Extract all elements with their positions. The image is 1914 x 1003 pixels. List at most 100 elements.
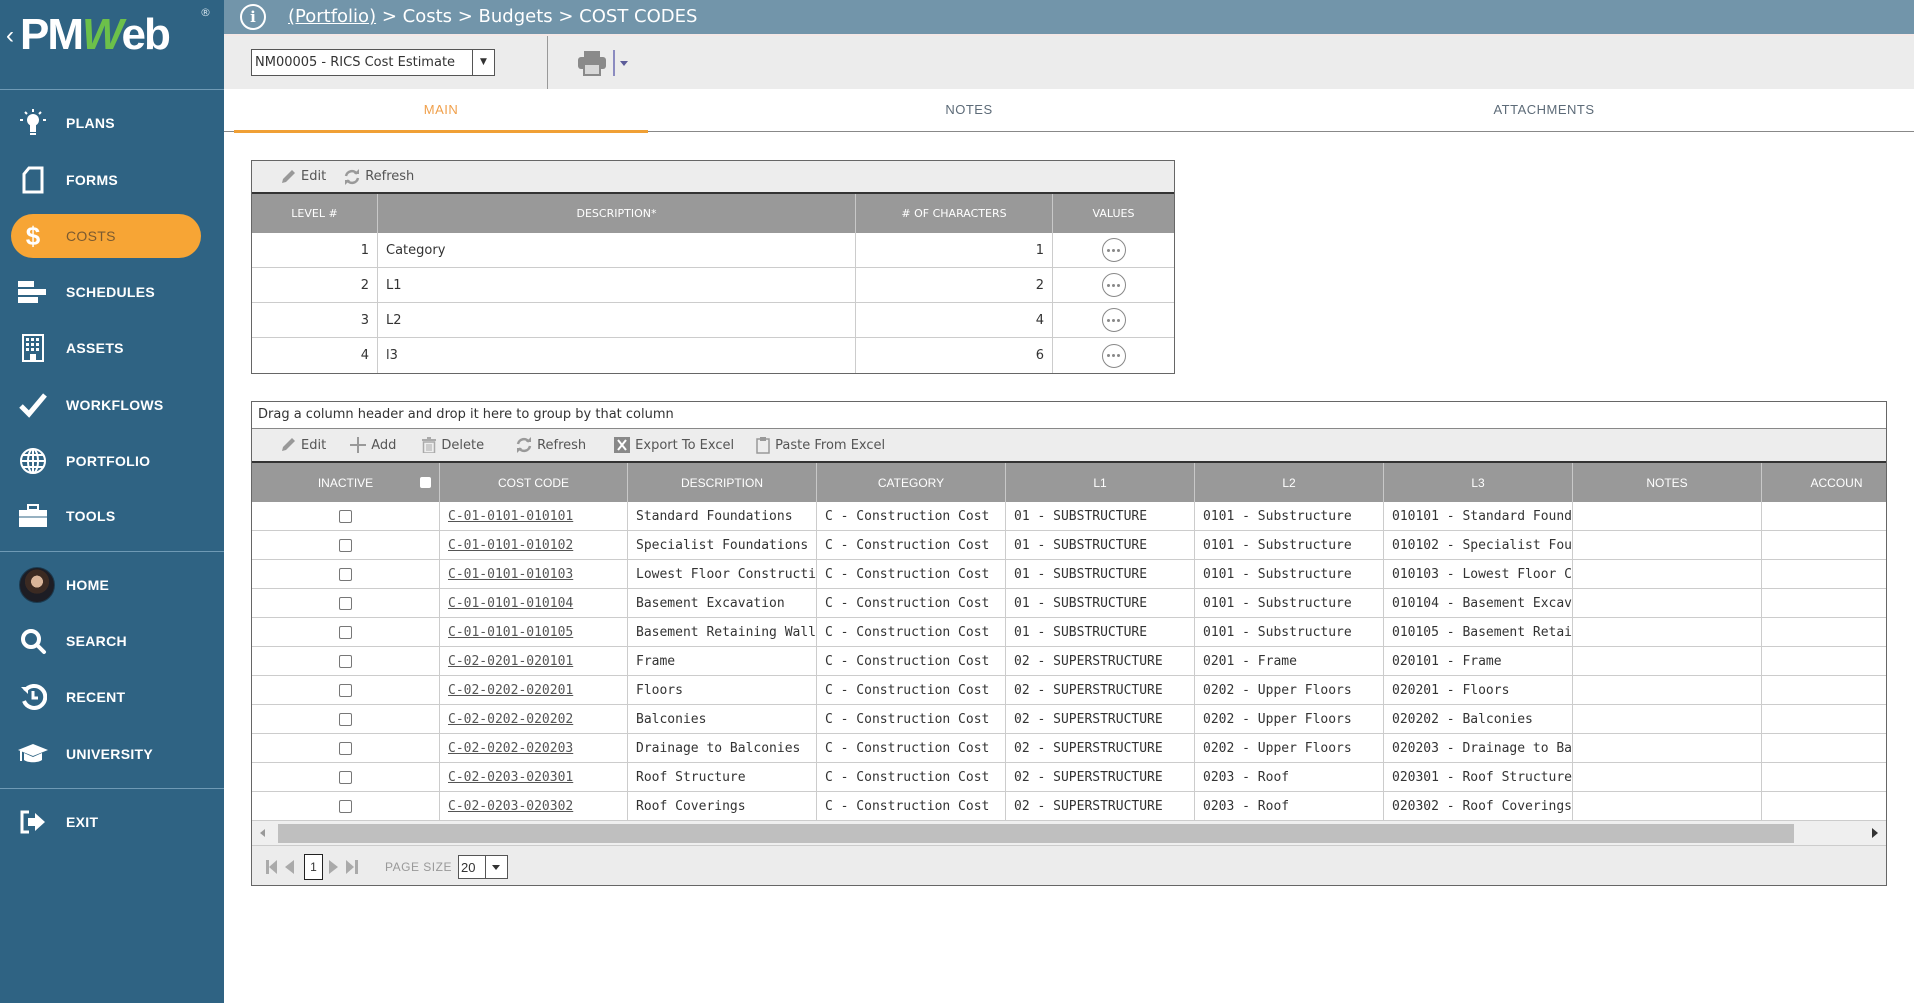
page-size-select[interactable]: 20: [458, 855, 508, 879]
column-header-category[interactable]: CATEGORY: [817, 463, 1006, 502]
cost-code-link[interactable]: C-02-0202-020202: [448, 712, 573, 727]
collapse-sidebar-icon[interactable]: ‹: [6, 22, 14, 50]
sidebar-item-schedules[interactable]: SCHEDULES: [0, 268, 224, 316]
table-row[interactable]: C-01-0101-010101 Standard Foundations C - …: [252, 502, 1886, 531]
chevron-down-icon[interactable]: [485, 856, 507, 878]
level-description[interactable]: l3: [378, 338, 856, 373]
table-row[interactable]: C-02-0203-020302 Roof Coverings C - Constr…: [252, 792, 1886, 821]
cost-code-link[interactable]: C-01-0101-010105: [448, 625, 573, 640]
level-description[interactable]: L1: [378, 268, 856, 302]
refresh-button[interactable]: Refresh: [344, 168, 414, 185]
cost-code-link[interactable]: C-02-0202-020203: [448, 741, 573, 756]
scrollbar-thumb[interactable]: [278, 824, 1794, 843]
scroll-right-icon[interactable]: [1872, 828, 1878, 838]
cost-code-link[interactable]: C-01-0101-010104: [448, 596, 573, 611]
cost-code-link[interactable]: C-02-0203-020301: [448, 770, 573, 785]
more-options-icon[interactable]: [1101, 238, 1126, 262]
print-icon[interactable]: [577, 50, 607, 76]
select-all-checkbox[interactable]: [420, 477, 431, 488]
cost-code-link[interactable]: C-02-0201-020101: [448, 654, 573, 669]
cost-code-link[interactable]: C-01-0101-010102: [448, 538, 573, 553]
next-page-icon[interactable]: [329, 860, 338, 874]
group-by-panel[interactable]: Drag a column header and drop it here to…: [252, 402, 1886, 429]
inactive-checkbox[interactable]: [339, 625, 352, 639]
column-header-account[interactable]: ACCOUN: [1762, 463, 1886, 502]
table-row[interactable]: C-01-0101-010103 Lowest Floor Constructio…: [252, 560, 1886, 589]
cost-code-link[interactable]: C-02-0203-020302: [448, 799, 573, 814]
column-header-l3[interactable]: L3: [1384, 463, 1573, 502]
export-to-excel-button[interactable]: Export To Excel: [614, 437, 734, 453]
delete-button[interactable]: Delete: [422, 437, 484, 453]
level-description[interactable]: L2: [378, 303, 856, 337]
tab-notes[interactable]: NOTES: [904, 89, 1034, 131]
chevron-down-icon[interactable]: ▼: [472, 50, 494, 75]
edit-button[interactable]: Edit: [280, 169, 326, 185]
more-options-icon[interactable]: [1101, 308, 1126, 332]
level-characters[interactable]: 6: [856, 338, 1053, 373]
last-page-icon[interactable]: [346, 860, 358, 874]
inactive-checkbox[interactable]: [339, 770, 352, 784]
horizontal-scrollbar[interactable]: [252, 821, 1886, 846]
current-page-input[interactable]: 1: [304, 854, 323, 880]
pmweb-logo[interactable]: ‹ PMWeb ®: [0, 0, 224, 90]
tab-main[interactable]: MAIN: [234, 89, 648, 133]
scroll-left-icon[interactable]: [260, 829, 265, 837]
table-row[interactable]: C-02-0203-020301 Roof Structure C - Constr…: [252, 763, 1886, 792]
sidebar-item-plans[interactable]: PLANS: [0, 99, 224, 147]
sidebar-item-portfolio[interactable]: PORTFOLIO: [0, 437, 224, 485]
sidebar-item-assets[interactable]: ASSETS: [0, 324, 224, 372]
level-characters[interactable]: 1: [856, 233, 1053, 267]
more-options-icon[interactable]: [1101, 343, 1126, 368]
table-row[interactable]: C-02-0202-020201 Floors C - Construction C…: [252, 676, 1886, 705]
column-header-description[interactable]: DESCRIPTION*: [378, 194, 856, 233]
edit-button[interactable]: Edit: [280, 437, 326, 453]
inactive-checkbox[interactable]: [339, 683, 352, 697]
level-row[interactable]: 2 L1 2: [252, 268, 1174, 303]
add-button[interactable]: Add: [350, 437, 396, 453]
tab-attachments[interactable]: ATTACHMENTS: [1464, 89, 1624, 131]
table-row[interactable]: C-01-0101-010102 Specialist Foundations C …: [252, 531, 1886, 560]
info-icon[interactable]: i: [240, 4, 266, 30]
inactive-checkbox[interactable]: [339, 567, 352, 581]
level-characters[interactable]: 2: [856, 268, 1053, 302]
inactive-checkbox[interactable]: [339, 741, 352, 755]
column-header-level[interactable]: LEVEL #: [252, 194, 378, 233]
inactive-checkbox[interactable]: [339, 654, 352, 668]
column-header-l2[interactable]: L2: [1195, 463, 1384, 502]
inactive-checkbox[interactable]: [339, 509, 352, 523]
level-description[interactable]: Category: [378, 233, 856, 267]
inactive-checkbox[interactable]: [339, 596, 352, 610]
sidebar-item-workflows[interactable]: WORKFLOWS: [0, 381, 224, 429]
table-row[interactable]: C-02-0202-020203 Drainage to Balconies C -…: [252, 734, 1886, 763]
column-header-notes[interactable]: NOTES: [1573, 463, 1762, 502]
inactive-checkbox[interactable]: [339, 799, 352, 813]
sidebar-item-costs[interactable]: $ COSTS: [0, 212, 224, 260]
column-header-characters[interactable]: # OF CHARACTERS: [856, 194, 1053, 233]
first-page-icon[interactable]: [266, 860, 278, 874]
more-options-icon[interactable]: [1101, 273, 1126, 297]
previous-page-icon[interactable]: [285, 860, 294, 874]
sidebar-item-forms[interactable]: FORMS: [0, 156, 224, 204]
cost-code-link[interactable]: C-01-0101-010103: [448, 567, 573, 582]
cost-code-link[interactable]: C-01-0101-010101: [448, 509, 573, 524]
inactive-checkbox[interactable]: [339, 712, 352, 726]
level-characters[interactable]: 4: [856, 303, 1053, 337]
column-header-cost-code[interactable]: COST CODE: [440, 463, 628, 502]
level-row[interactable]: 1 Category 1: [252, 233, 1174, 268]
table-row[interactable]: C-01-0101-010104 Basement Excavation C - C…: [252, 589, 1886, 618]
sidebar-item-exit[interactable]: EXIT: [0, 798, 224, 846]
sidebar-item-search[interactable]: SEARCH: [0, 617, 224, 665]
breadcrumb-portfolio-link[interactable]: (Portfolio): [288, 6, 376, 27]
level-row[interactable]: 3 L2 4: [252, 303, 1174, 338]
sidebar-item-university[interactable]: UNIVERSITY: [0, 730, 224, 778]
column-header-inactive[interactable]: INACTIVE: [252, 463, 440, 502]
column-header-values[interactable]: VALUES: [1053, 194, 1174, 233]
table-row[interactable]: C-02-0202-020202 Balconies C - Constructio…: [252, 705, 1886, 734]
cost-code-link[interactable]: C-02-0202-020201: [448, 683, 573, 698]
sidebar-item-tools[interactable]: TOOLS: [0, 492, 224, 540]
table-row[interactable]: C-01-0101-010105 Basement Retaining Walls…: [252, 618, 1886, 647]
column-header-l1[interactable]: L1: [1006, 463, 1195, 502]
level-row[interactable]: 4 l3 6: [252, 338, 1174, 373]
refresh-button[interactable]: Refresh: [516, 437, 586, 453]
sidebar-item-recent[interactable]: RECENT: [0, 673, 224, 721]
